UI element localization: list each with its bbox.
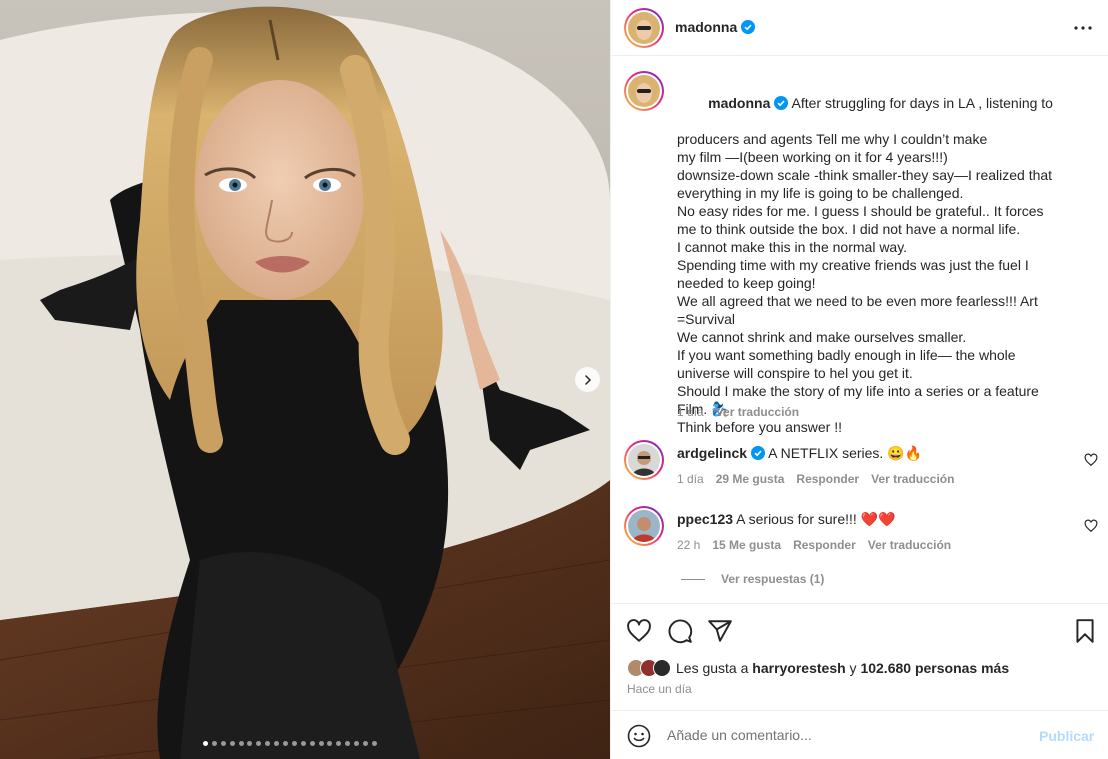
carousel-dot	[283, 741, 289, 746]
caption-line: No easy rides for me. I guess I should b…	[677, 203, 1044, 219]
comment-body: ppec123 A serious for sure!!! ❤️❤️	[677, 510, 896, 528]
like-comment-heart-icon[interactable]	[1084, 519, 1098, 533]
comment-meta: 22 h 15 Me gusta Responder Ver traducció…	[677, 538, 951, 552]
replies-divider	[681, 578, 705, 580]
likes-middle: y	[845, 660, 861, 676]
like-heart-icon[interactable]	[626, 618, 652, 644]
verified-badge-icon	[741, 20, 755, 34]
header-username[interactable]: madonna	[675, 19, 737, 35]
publish-button[interactable]: Publicar	[1039, 728, 1094, 744]
carousel-dot	[238, 741, 244, 746]
caption-first-line: madonna After struggling for days in LA …	[677, 76, 1077, 130]
carousel-dot	[274, 741, 280, 746]
caption-time: 1 día	[677, 405, 704, 419]
caption-line: me to think outside the box. I did not h…	[677, 221, 1021, 237]
save-bookmark-icon[interactable]	[1072, 618, 1098, 644]
caption-translate-link[interactable]: Ver traducción	[716, 405, 799, 419]
caption-line: everything in my life is going to be cha…	[677, 185, 964, 201]
next-photo-button[interactable]	[575, 367, 600, 392]
carousel-dot	[327, 741, 333, 746]
comment-username[interactable]: ppec123	[677, 511, 733, 527]
likes-others[interactable]: 102.680 personas más	[860, 660, 1009, 676]
share-send-icon[interactable]	[707, 618, 733, 644]
comment-avatar[interactable]	[624, 440, 664, 480]
post-photo	[0, 0, 610, 759]
likes-user[interactable]: harryorestesh	[752, 660, 845, 676]
caption-line: Think before you answer !!	[677, 419, 842, 435]
carousel-dot	[256, 741, 262, 746]
comment-translate-link[interactable]: Ver traducción	[871, 472, 954, 486]
carousel-dot	[371, 741, 377, 746]
caption-line: I cannot make this in the normal way.	[677, 239, 908, 255]
view-replies-label: Ver respuestas (1)	[721, 572, 825, 586]
emoji-smiley-icon[interactable]	[627, 724, 651, 748]
comment-time: 1 día	[677, 472, 704, 486]
likes-summary: Les gusta a harryorestesh y 102.680 pers…	[627, 659, 1009, 677]
carousel-dot	[211, 741, 217, 746]
likes-prefix: Les gusta a	[676, 660, 753, 676]
comment-text: A serious for sure!!! ❤️❤️	[736, 511, 896, 527]
chevron-right-icon	[584, 374, 591, 385]
comment-likes[interactable]: 15 Me gusta	[712, 538, 781, 552]
likes-text: Les gusta a harryorestesh y 102.680 pers…	[676, 660, 1009, 676]
avatar[interactable]	[624, 8, 664, 48]
caption-line: =Survival	[677, 311, 735, 327]
comment-likes[interactable]: 29 Me gusta	[716, 472, 785, 486]
comment-username[interactable]: ardgelinck	[677, 445, 747, 461]
caption-line: After struggling for days in LA , listen…	[791, 95, 1053, 111]
carousel-dot	[345, 741, 351, 746]
comment-avatar[interactable]	[624, 506, 664, 546]
comment-reply-button[interactable]: Responder	[793, 538, 856, 552]
add-comment-bar: Publicar	[611, 710, 1108, 759]
carousel-dot	[220, 741, 226, 746]
post-details-panel: madonna madonna After struggling for day…	[610, 0, 1108, 759]
comment-time: 22 h	[677, 538, 701, 552]
comment-input[interactable]	[667, 725, 1007, 745]
post-header: madonna	[611, 0, 1108, 56]
carousel-dot	[203, 741, 208, 746]
carousel-dot	[309, 741, 315, 746]
carousel-indicator	[203, 741, 377, 746]
comment-translate-link[interactable]: Ver traducción	[868, 538, 951, 552]
comment-bubble-icon[interactable]	[667, 618, 693, 644]
carousel-dot	[247, 741, 253, 746]
caption-username[interactable]: madonna	[708, 95, 770, 111]
post-actions: Les gusta a harryorestesh y 102.680 pers…	[611, 603, 1108, 710]
comment-text: A NETFLIX series. 😀🔥	[768, 445, 923, 461]
carousel-dot	[363, 741, 369, 746]
more-horizontal-icon	[1074, 26, 1092, 30]
carousel-dot	[318, 741, 324, 746]
caption-meta: 1 día Ver traducción	[677, 405, 799, 419]
carousel-dot	[291, 741, 297, 746]
carousel-dot	[354, 741, 360, 746]
comment-body: ardgelinck A NETFLIX series. 😀🔥	[677, 444, 922, 462]
view-replies-button[interactable]: Ver respuestas (1)	[681, 572, 824, 586]
caption-line: We cannot shrink and make ourselves smal…	[677, 329, 967, 345]
caption-line: needed to keep going!	[677, 275, 816, 291]
caption-line: universe will conspire to hel you get it…	[677, 365, 913, 381]
verified-badge-icon	[774, 96, 789, 110]
comment-meta: 1 día 29 Me gusta Responder Ver traducci…	[677, 472, 954, 486]
carousel-dot	[300, 741, 306, 746]
liker-avatar	[653, 659, 671, 677]
caption-avatar[interactable]	[624, 71, 664, 111]
caption-line: my film —I(been working on it for 4 year…	[677, 149, 948, 165]
caption-line: Spending time with my creative friends w…	[677, 257, 1029, 273]
more-options-button[interactable]	[1073, 18, 1093, 38]
caption-line: We all agreed that we need to be even mo…	[677, 293, 1038, 309]
caption-line: If you want something badly enough in li…	[677, 347, 1016, 363]
caption-line: Should I make the story of my life into …	[677, 383, 1039, 399]
caption-line: producers and agents Tell me why I could…	[677, 131, 988, 147]
like-comment-heart-icon[interactable]	[1084, 453, 1098, 467]
caption-text: madonna After struggling for days in LA …	[677, 76, 1077, 436]
post-media[interactable]	[0, 0, 610, 759]
caption-line: downsize-down scale -think smaller-they …	[677, 167, 1053, 183]
post-time: Hace un día	[627, 682, 692, 696]
comment-reply-button[interactable]: Responder	[796, 472, 859, 486]
carousel-dot	[265, 741, 271, 746]
carousel-dot	[229, 741, 235, 746]
carousel-dot	[336, 741, 342, 746]
verified-badge-icon	[751, 446, 766, 460]
